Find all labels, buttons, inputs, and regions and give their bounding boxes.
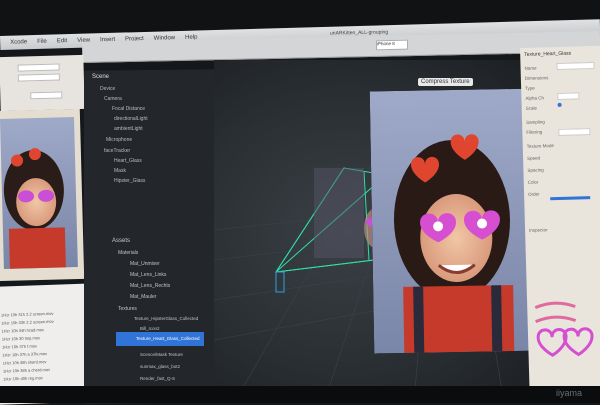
inspector-label: Inspector xyxy=(529,227,548,233)
scene-item-face-tracker[interactable]: faceTracker xyxy=(104,148,130,154)
texture-previews xyxy=(534,301,594,357)
file-row[interactable]: 1Hzr 10h 30 tmp.mov xyxy=(2,335,40,341)
asset-material[interactable]: Mat_Lens_Links xyxy=(130,272,166,278)
inspector-label: Alpha Ch xyxy=(525,95,544,101)
scene-item-hipster-glass[interactable]: Hipster_Glass xyxy=(114,178,145,184)
window-title: unARKitten_ALL-grouping xyxy=(329,29,389,37)
inspector-label: Filtering xyxy=(526,129,543,135)
device-select[interactable]: iPhone 8 xyxy=(375,39,409,51)
monitor-brand-logo: iiyama xyxy=(556,388,583,398)
scene-item-heart-glass[interactable]: Heart_Glass xyxy=(114,158,142,164)
photo-thumbnail-window xyxy=(0,108,85,282)
asset-texture-selected[interactable]: Texture_Heart_Glass_Collected xyxy=(136,336,200,341)
inspector-label: Spacing xyxy=(527,167,544,173)
asset-texture[interactable]: sunmax_glass_bot2 xyxy=(140,364,180,369)
file-row[interactable]: 1Hzr 10h 37h f.mov xyxy=(2,343,37,349)
scene-header: Scene xyxy=(92,74,110,80)
file-row[interactable]: 1Hzr 10h 34h hcad.mov xyxy=(1,327,44,333)
inspector-label: Order xyxy=(528,191,540,197)
file-row[interactable]: 1Hzr 10h 38h a cherd.mov xyxy=(3,367,50,374)
menu-item-file[interactable]: File xyxy=(37,39,47,45)
asset-texture[interactable]: Bill_Icon2 xyxy=(140,326,160,331)
inspector-label: Dimensions xyxy=(524,75,549,81)
inspector-label: Speed xyxy=(527,155,541,161)
asset-folder-textures[interactable]: Textures xyxy=(118,306,137,312)
asset-texture[interactable]: Render_fast_Q-S xyxy=(140,376,175,381)
file-row[interactable]: 1Hzr 10h 40h reg.mov xyxy=(3,375,43,381)
scene-item-device[interactable]: Device xyxy=(100,86,115,92)
asset-material[interactable]: Mat_Lens_Rechts xyxy=(130,283,170,289)
left-inspector-fragment xyxy=(0,54,85,112)
device-preview xyxy=(369,88,543,354)
file-row[interactable]: 1Hzr 10h 38h sherd.mov xyxy=(3,359,47,366)
asset-texture[interactable]: Texture_HipsterGlass_Collected xyxy=(134,316,198,321)
inspector-label: Name xyxy=(524,65,537,71)
alpha-input[interactable] xyxy=(557,92,580,100)
file-row[interactable]: 1Hzr 10h 31h 2.2 screen.mov xyxy=(1,311,54,318)
scene-item-mask[interactable]: Mask xyxy=(114,168,126,174)
asset-folder-materials[interactable]: Materials xyxy=(118,250,138,256)
girl-photo-small xyxy=(0,117,78,269)
scene-item-directional-light[interactable]: directionalLight xyxy=(114,116,148,122)
asset-material[interactable]: Mat_Unmixer xyxy=(130,261,160,267)
value-field[interactable] xyxy=(30,91,63,100)
monitor-bezel xyxy=(0,386,600,403)
scale-radio[interactable] xyxy=(557,102,562,107)
assets-header: Assets xyxy=(112,238,131,244)
filtering-select[interactable] xyxy=(558,128,591,136)
girl-photo-preview xyxy=(369,88,543,354)
scene-item-ambient-light[interactable]: ambientLight xyxy=(114,126,143,132)
file-row[interactable]: 1Hzr 10h 33h 2.2 screen.mov xyxy=(1,319,54,326)
name-field[interactable] xyxy=(17,63,60,72)
asset-material[interactable]: Mat_Mauler xyxy=(130,294,156,300)
name-input[interactable] xyxy=(556,61,595,70)
inspector-title: Texture_Heart_Glass xyxy=(524,50,572,58)
inspector-label: Sampling xyxy=(526,119,545,125)
scene-item-camera[interactable]: Camera xyxy=(104,96,122,102)
inspector-label: Scale xyxy=(525,105,538,111)
scene-item-microphone[interactable]: Microphone xyxy=(106,137,132,143)
menu-item-edit[interactable]: Edit xyxy=(57,38,68,44)
menu-item-xcode[interactable]: Xcode xyxy=(10,39,27,45)
inspector-label: Type xyxy=(525,85,535,91)
order-slider[interactable] xyxy=(550,196,591,201)
inspector-label: Texture Mode xyxy=(526,143,555,149)
camera-object[interactable] xyxy=(275,271,285,293)
inspector-panel: Texture_Heart_Glass Name Dimensions Type… xyxy=(520,45,600,403)
file-row[interactable]: 1Hzr 10h 37h a 37hi.mov xyxy=(2,351,47,358)
asset-texture[interactable]: Scence/Mask Texture xyxy=(140,352,183,357)
scene-item-focal-distance[interactable]: Focal Distance xyxy=(112,106,145,112)
compress-texture-button[interactable]: Compress Texture xyxy=(418,78,473,86)
inspector-label: Color xyxy=(527,179,539,185)
type-field[interactable] xyxy=(17,73,60,82)
